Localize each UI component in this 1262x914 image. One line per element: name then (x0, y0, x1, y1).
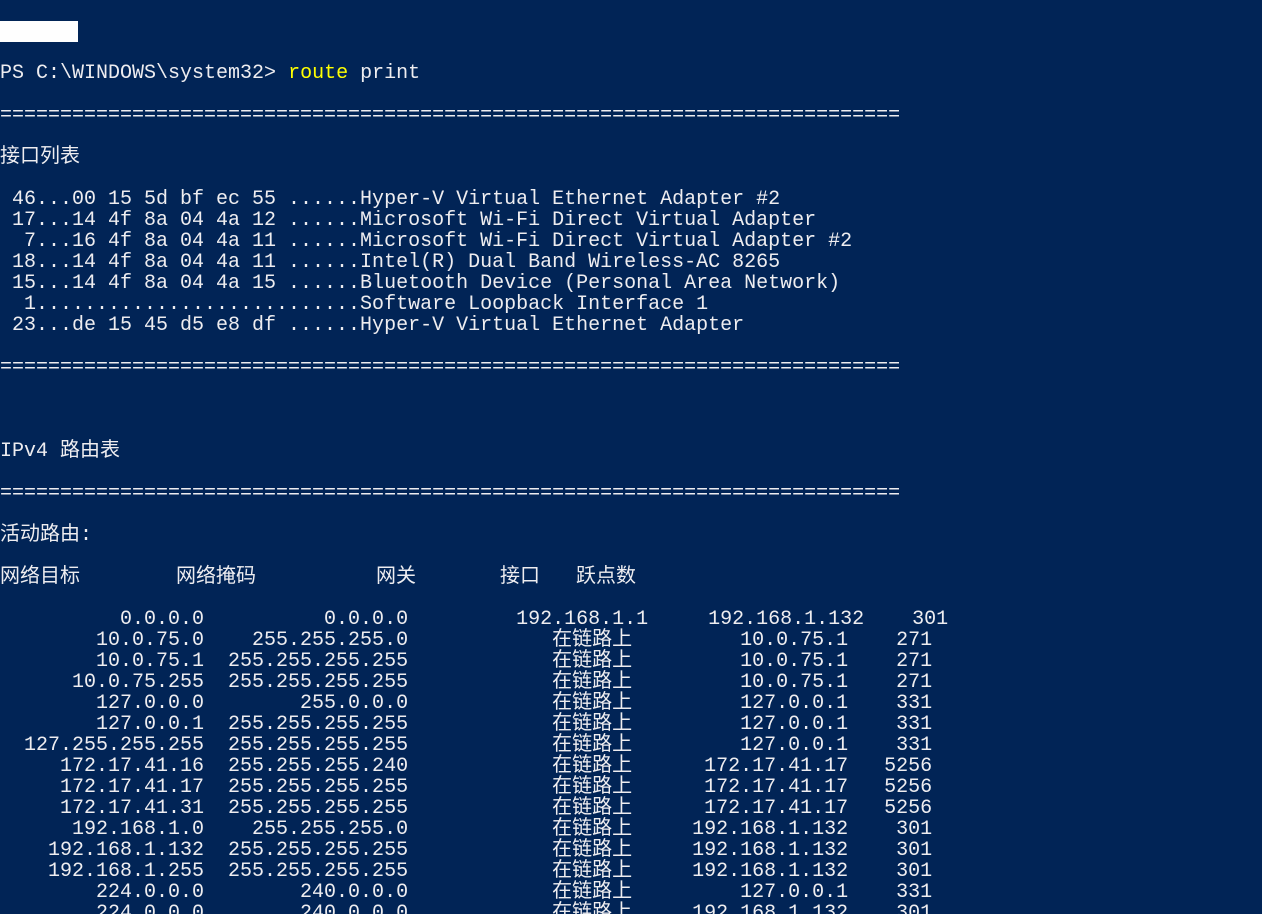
route-row: 10.0.75.255 255.255.255.255 在链路上 10.0.75… (0, 672, 1262, 693)
route-columns-header: 网络目标 网络掩码 网关 接口 跃点数 (0, 567, 1262, 588)
route-row: 172.17.41.31 255.255.255.255 在链路上 172.17… (0, 798, 1262, 819)
route-row: 192.168.1.0 255.255.255.0 在链路上 192.168.1… (0, 819, 1262, 840)
terminal-output[interactable]: PS C:\WINDOWS\system32> route print ====… (0, 0, 1262, 914)
command: route (288, 62, 348, 85)
interface-row: 7...16 4f 8a 04 4a 11 ......Microsoft Wi… (0, 231, 1262, 252)
prompt-prefix: PS C:\WINDOWS\system32> (0, 62, 276, 85)
interface-row: 15...14 4f 8a 04 4a 15 ......Bluetooth D… (0, 273, 1262, 294)
hr: ========================================… (0, 483, 1262, 504)
route-row: 172.17.41.16 255.255.255.240 在链路上 172.17… (0, 756, 1262, 777)
route-row: 172.17.41.17 255.255.255.255 在链路上 172.17… (0, 777, 1262, 798)
route-row: 10.0.75.0 255.255.255.0 在链路上 10.0.75.1 2… (0, 630, 1262, 651)
route-row: 127.0.0.0 255.0.0.0 在链路上 127.0.0.1 331 (0, 693, 1262, 714)
route-row: 127.0.0.1 255.255.255.255 在链路上 127.0.0.1… (0, 714, 1262, 735)
route-row: 10.0.75.1 255.255.255.255 在链路上 10.0.75.1… (0, 651, 1262, 672)
cursor-block (0, 21, 78, 42)
ipv4-route-table-header: IPv4 路由表 (0, 441, 1262, 462)
hr: ========================================… (0, 357, 1262, 378)
route-row: 192.168.1.132 255.255.255.255 在链路上 192.1… (0, 840, 1262, 861)
prompt-line: PS C:\WINDOWS\system32> route print (0, 63, 1262, 84)
interface-list-header: 接口列表 (0, 147, 1262, 168)
route-row: 224.0.0.0 240.0.0.0 在链路上 127.0.0.1 331 (0, 882, 1262, 903)
blank (0, 399, 1262, 420)
hr: ========================================… (0, 105, 1262, 126)
interface-row: 18...14 4f 8a 04 4a 11 ......Intel(R) Du… (0, 252, 1262, 273)
route-row: 127.255.255.255 255.255.255.255 在链路上 127… (0, 735, 1262, 756)
interface-row: 46...00 15 5d bf ec 55 ......Hyper-V Vir… (0, 189, 1262, 210)
route-row: 0.0.0.0 0.0.0.0 192.168.1.1 192.168.1.13… (0, 609, 1262, 630)
active-routes-header: 活动路由: (0, 525, 1262, 546)
interface-row: 23...de 15 45 d5 e8 df ......Hyper-V Vir… (0, 315, 1262, 336)
command-arg: print (360, 62, 420, 85)
route-row: 224.0.0.0 240.0.0.0 在链路上 192.168.1.132 3… (0, 903, 1262, 914)
interface-row: 17...14 4f 8a 04 4a 12 ......Microsoft W… (0, 210, 1262, 231)
route-row: 192.168.1.255 255.255.255.255 在链路上 192.1… (0, 861, 1262, 882)
interface-row: 1...........................Software Loo… (0, 294, 1262, 315)
